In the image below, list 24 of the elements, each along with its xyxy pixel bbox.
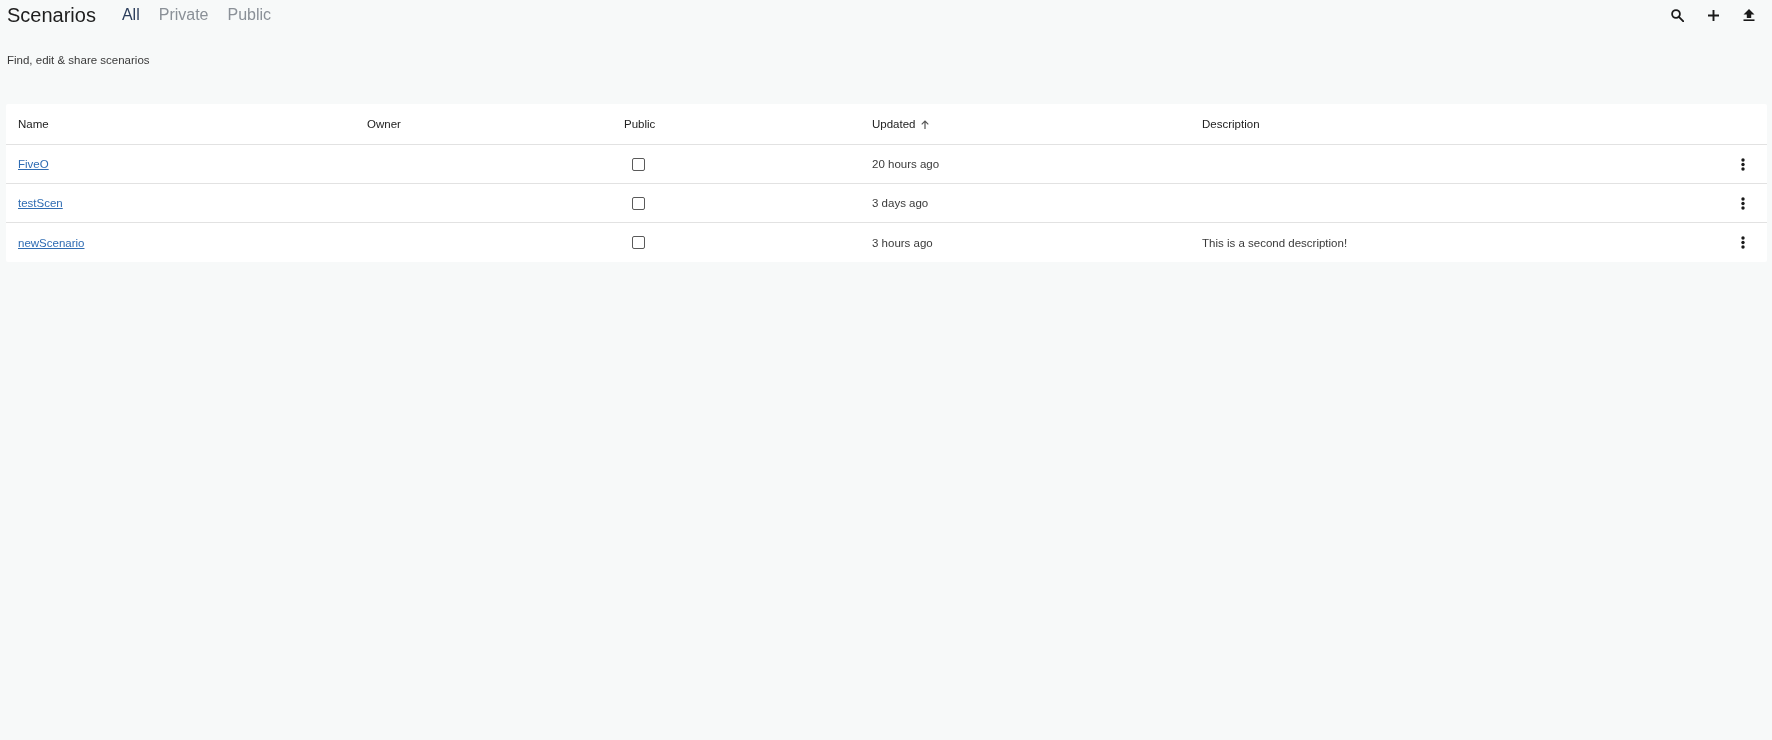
plus-icon [1707,9,1719,21]
column-header[interactable]: Description [1202,118,1260,130]
filter-tab[interactable]: All [121,5,140,25]
scenario-link[interactable]: newScenario [18,236,85,249]
scenario-link[interactable]: testScen [18,197,63,209]
search-icon [1670,8,1684,22]
page-subtitle: Find, edit & share scenarios [7,53,151,68]
column-header[interactable]: Public [624,118,656,130]
public-checkbox[interactable] [632,196,645,210]
kebab-icon [1741,236,1745,249]
scenario-link[interactable]: FiveO [18,158,49,170]
column-header[interactable]: Updated [872,118,916,130]
updated-time: 3 hours ago [872,236,933,249]
column-header[interactable]: Name [18,118,49,130]
public-checkbox[interactable] [632,236,645,249]
kebab-icon [1741,196,1745,210]
upload-icon [1743,9,1755,21]
column-header[interactable]: Owner [367,118,401,130]
description-text: This is a second description! [1202,236,1348,249]
updated-time: 20 hours ago [872,158,940,170]
updated-time: 3 days ago [872,197,929,209]
page-title: Scenarios [7,3,96,27]
kebab-icon [1741,157,1745,171]
public-checkbox[interactable] [632,157,645,171]
